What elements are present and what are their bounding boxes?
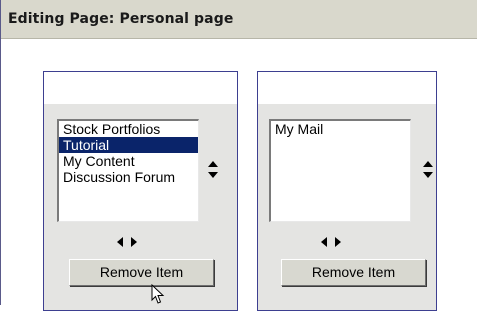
mouse-pointer-icon <box>151 284 165 304</box>
move-down-icon[interactable] <box>423 172 433 178</box>
left-move-left-right-icon[interactable] <box>117 237 139 247</box>
list-item[interactable]: My Mail <box>271 121 410 137</box>
right-column-listbox[interactable]: My Mail <box>269 119 411 222</box>
move-right-icon[interactable] <box>335 237 341 247</box>
title-bar: Editing Page: Personal page <box>1 0 477 39</box>
list-item-selected[interactable]: Tutorial <box>59 137 198 153</box>
move-left-icon[interactable] <box>117 237 123 247</box>
move-up-icon[interactable] <box>423 161 433 167</box>
right-reorder-up-down-icon[interactable] <box>423 161 433 179</box>
move-up-icon[interactable] <box>208 161 218 167</box>
move-right-icon[interactable] <box>131 237 137 247</box>
right-move-left-right-icon[interactable] <box>321 237 343 247</box>
list-item[interactable]: Stock Portfolios <box>59 121 198 137</box>
left-column-listbox[interactable]: Stock Portfolios Tutorial My Content Dis… <box>57 119 199 222</box>
list-item[interactable]: My Content <box>59 153 198 169</box>
right-remove-item-button[interactable]: Remove Item <box>281 259 426 286</box>
left-remove-item-button[interactable]: Remove Item <box>69 259 214 286</box>
list-item[interactable]: Discussion Forum <box>59 169 198 185</box>
page-title: Editing Page: Personal page <box>8 11 234 27</box>
move-left-icon[interactable] <box>321 237 327 247</box>
left-reorder-up-down-icon[interactable] <box>208 161 218 179</box>
move-down-icon[interactable] <box>208 172 218 178</box>
